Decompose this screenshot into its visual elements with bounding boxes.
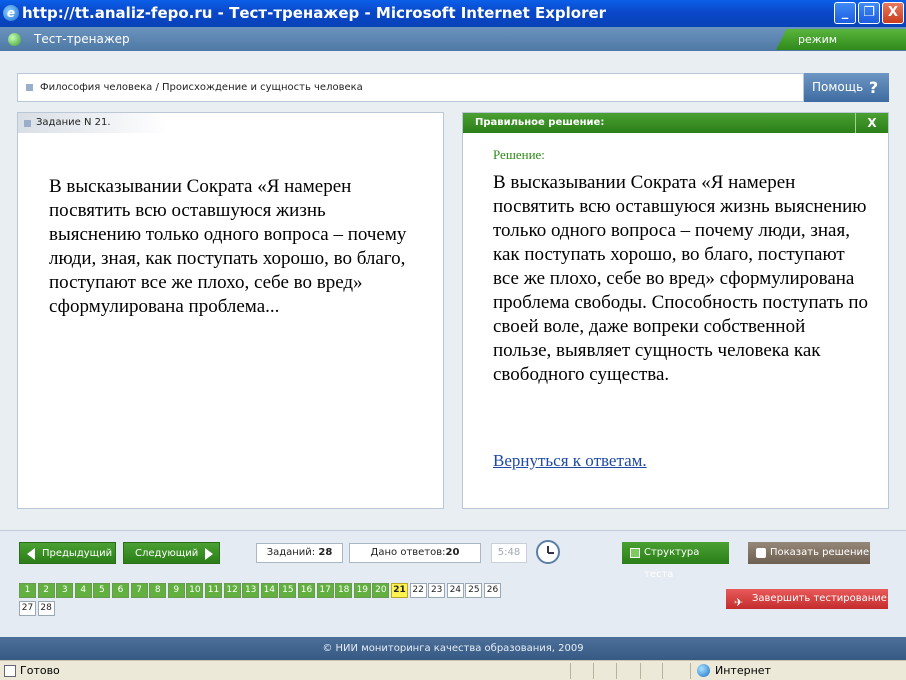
question-cell-1[interactable]: 1 — [19, 583, 36, 598]
help-label: Помощь — [812, 80, 864, 94]
page-icon — [4, 665, 16, 677]
question-cell-13[interactable]: 13 — [242, 583, 260, 598]
clock-hand — [548, 552, 554, 554]
status-divider — [640, 663, 641, 679]
arrow-left-icon — [27, 548, 35, 560]
book-icon — [756, 548, 766, 558]
security-zone: Интернет — [715, 664, 771, 677]
close-solution-button[interactable]: X — [855, 113, 888, 133]
question-cell-25[interactable]: 25 — [465, 583, 483, 598]
runner-icon: ✈ — [734, 596, 744, 609]
ie-logo-icon: e — [3, 5, 19, 21]
answers-label: Дано ответов: — [370, 547, 446, 558]
maximize-button[interactable]: ❐ — [858, 2, 880, 24]
breadcrumb: Философия человека / Происхождение и сущ… — [17, 73, 804, 102]
back-to-answers-link[interactable]: Вернуться к ответам. — [493, 451, 647, 471]
question-cell-9[interactable]: 9 — [167, 583, 185, 598]
window-title-bar: e http://tt.analiz-fepo.ru - Тест-тренаж… — [0, 0, 906, 27]
question-cell-14[interactable]: 14 — [260, 583, 278, 598]
list-icon — [630, 548, 640, 558]
prev-button[interactable]: Предыдущий — [19, 542, 116, 564]
next-label: Следующий — [135, 548, 199, 559]
task-panel: Задание N 21. В высказывании Сократа «Я … — [17, 112, 444, 509]
question-cell-20[interactable]: 20 — [372, 583, 390, 598]
question-cell-2[interactable]: 2 — [37, 583, 55, 598]
solution-header: Правильное решение: — [463, 113, 888, 133]
status-text: Готово — [20, 664, 60, 677]
bullet-icon — [24, 120, 31, 127]
question-cell-21[interactable]: 21 — [391, 583, 408, 598]
question-cell-15[interactable]: 15 — [279, 583, 297, 598]
app-header: Тест-тренажер режим "Обучение" — [0, 27, 906, 51]
question-cell-5[interactable]: 5 — [93, 583, 111, 598]
question-cell-17[interactable]: 17 — [316, 583, 334, 598]
bullet-icon — [26, 84, 33, 91]
globe-icon — [697, 664, 710, 677]
task-header: Задание N 21. — [18, 113, 168, 133]
question-mark-icon: ? — [868, 78, 879, 97]
task-number: Задание N 21. — [36, 117, 111, 128]
tasks-counter: Заданий: 28 — [256, 543, 343, 563]
arrow-right-icon — [205, 548, 213, 560]
show-solution-label: Показать решение — [770, 547, 870, 558]
mode-badge: режим "Обучение" — [776, 29, 906, 50]
solution-text: В высказывании Сократа «Я намерен посвят… — [493, 172, 869, 385]
help-button[interactable]: Помощь ? — [804, 73, 889, 102]
question-cell-24[interactable]: 24 — [446, 583, 464, 598]
question-cell-4[interactable]: 4 — [74, 583, 92, 598]
tasks-count: 28 — [318, 547, 333, 558]
task-text: В высказывании Сократа «Я намерен посвят… — [49, 176, 407, 317]
question-cell-3[interactable]: 3 — [56, 583, 74, 598]
close-window-button[interactable]: X — [882, 2, 904, 24]
minimize-button[interactable]: _ — [834, 2, 856, 24]
finish-label: Завершить тестирование — [752, 593, 887, 604]
status-divider — [662, 663, 663, 679]
next-button[interactable]: Следующий — [123, 542, 220, 564]
tasks-label: Заданий: — [266, 547, 316, 558]
question-cell-18[interactable]: 18 — [335, 583, 353, 598]
question-cell-23[interactable]: 23 — [428, 583, 446, 598]
question-cell-19[interactable]: 19 — [353, 583, 371, 598]
finish-test-button[interactable]: ✈ Завершить тестирование — [726, 589, 888, 609]
window-title: http://tt.analiz-fepo.ru - Тест-тренажер… — [22, 4, 607, 22]
test-structure-button[interactable]: Структура теста — [622, 542, 729, 580]
question-cell-28[interactable]: 28 — [37, 601, 55, 616]
question-cell-11[interactable]: 11 — [205, 583, 222, 598]
status-divider — [570, 663, 571, 679]
question-cell-22[interactable]: 22 — [409, 583, 427, 598]
question-cell-8[interactable]: 8 — [149, 583, 167, 598]
clock-icon — [536, 540, 560, 564]
prev-label: Предыдущий — [42, 548, 113, 559]
status-divider — [616, 663, 617, 679]
status-divider — [690, 663, 691, 679]
question-cell-26[interactable]: 26 — [484, 583, 501, 598]
app-logo-icon — [8, 33, 21, 46]
browser-status-bar: Готово Интернет — [0, 660, 906, 680]
answers-count: 20 — [445, 547, 460, 558]
copyright-footer: © НИИ мониторинга качества образования, … — [0, 637, 906, 660]
show-solution-button[interactable]: Показать решение — [748, 542, 870, 564]
question-cell-7[interactable]: 7 — [130, 583, 148, 598]
status-divider — [593, 663, 594, 679]
timer: 5:48 — [491, 543, 527, 563]
question-cell-10[interactable]: 10 — [186, 583, 204, 598]
answers-counter: Дано ответов:20 — [349, 543, 481, 563]
question-cell-27[interactable]: 27 — [19, 601, 36, 616]
solution-label: Решение: — [493, 147, 545, 162]
question-cell-16[interactable]: 16 — [298, 583, 315, 598]
question-cell-12[interactable]: 12 — [223, 583, 241, 598]
solution-panel: Правильное решение: X Решение: В высказы… — [462, 112, 889, 509]
breadcrumb-text: Философия человека / Происхождение и сущ… — [40, 82, 363, 93]
app-name: Тест-тренажер — [34, 32, 130, 46]
question-cell-6[interactable]: 6 — [112, 583, 129, 598]
